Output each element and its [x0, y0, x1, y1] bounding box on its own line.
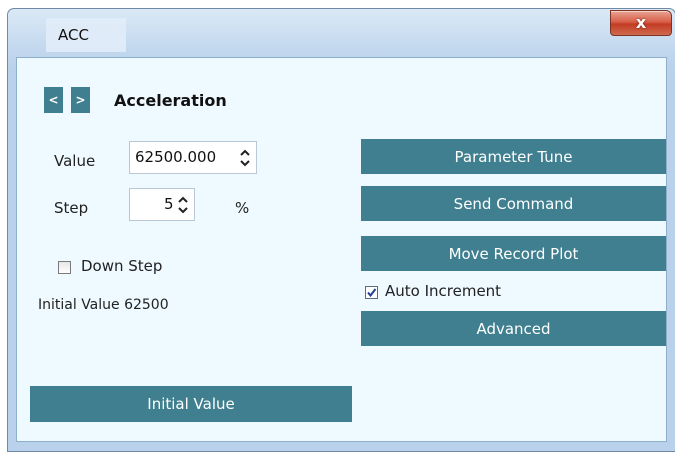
move-record-plot-button[interactable]: Move Record Plot — [361, 236, 666, 271]
parameter-heading: Acceleration — [114, 91, 227, 110]
down-step-label: Down Step — [81, 257, 163, 275]
send-command-button[interactable]: Send Command — [361, 186, 666, 221]
value-input[interactable]: 62500.000 — [135, 142, 216, 173]
dialog-body: < > Acceleration Value 62500.000 Step 5 … — [16, 57, 667, 442]
previous-button[interactable]: < — [44, 87, 63, 113]
step-unit: % — [235, 199, 250, 217]
auto-increment-label: Auto Increment — [385, 282, 502, 300]
close-button[interactable]: x — [610, 10, 672, 36]
chevron-right-icon: > — [75, 93, 86, 107]
chevron-left-icon: < — [48, 93, 59, 107]
checkmark-icon — [367, 288, 377, 298]
initial-value-button[interactable]: Initial Value — [30, 386, 352, 422]
step-input[interactable]: 5 — [164, 189, 174, 220]
step-spinbox[interactable]: 5 — [129, 188, 195, 221]
value-spinbox[interactable]: 62500.000 — [129, 141, 257, 174]
auto-increment-checkbox[interactable] — [365, 286, 378, 299]
spin-arrows-icon[interactable] — [238, 144, 252, 172]
advanced-button[interactable]: Advanced — [361, 311, 666, 346]
step-label: Step — [54, 199, 89, 217]
value-label: Value — [54, 152, 96, 170]
parameter-tune-button[interactable]: Parameter Tune — [361, 139, 666, 174]
window-title: ACC — [46, 18, 126, 52]
close-icon: x — [635, 13, 647, 32]
down-step-checkbox[interactable] — [58, 261, 71, 274]
title-bar[interactable]: ACC x — [8, 9, 675, 57]
initial-value-text: Initial Value 62500 — [38, 297, 169, 313]
acc-window: ACC x < > Acceleration Value 62500.000 S… — [7, 8, 675, 452]
spin-arrows-icon[interactable] — [176, 191, 190, 219]
next-button[interactable]: > — [71, 87, 90, 113]
